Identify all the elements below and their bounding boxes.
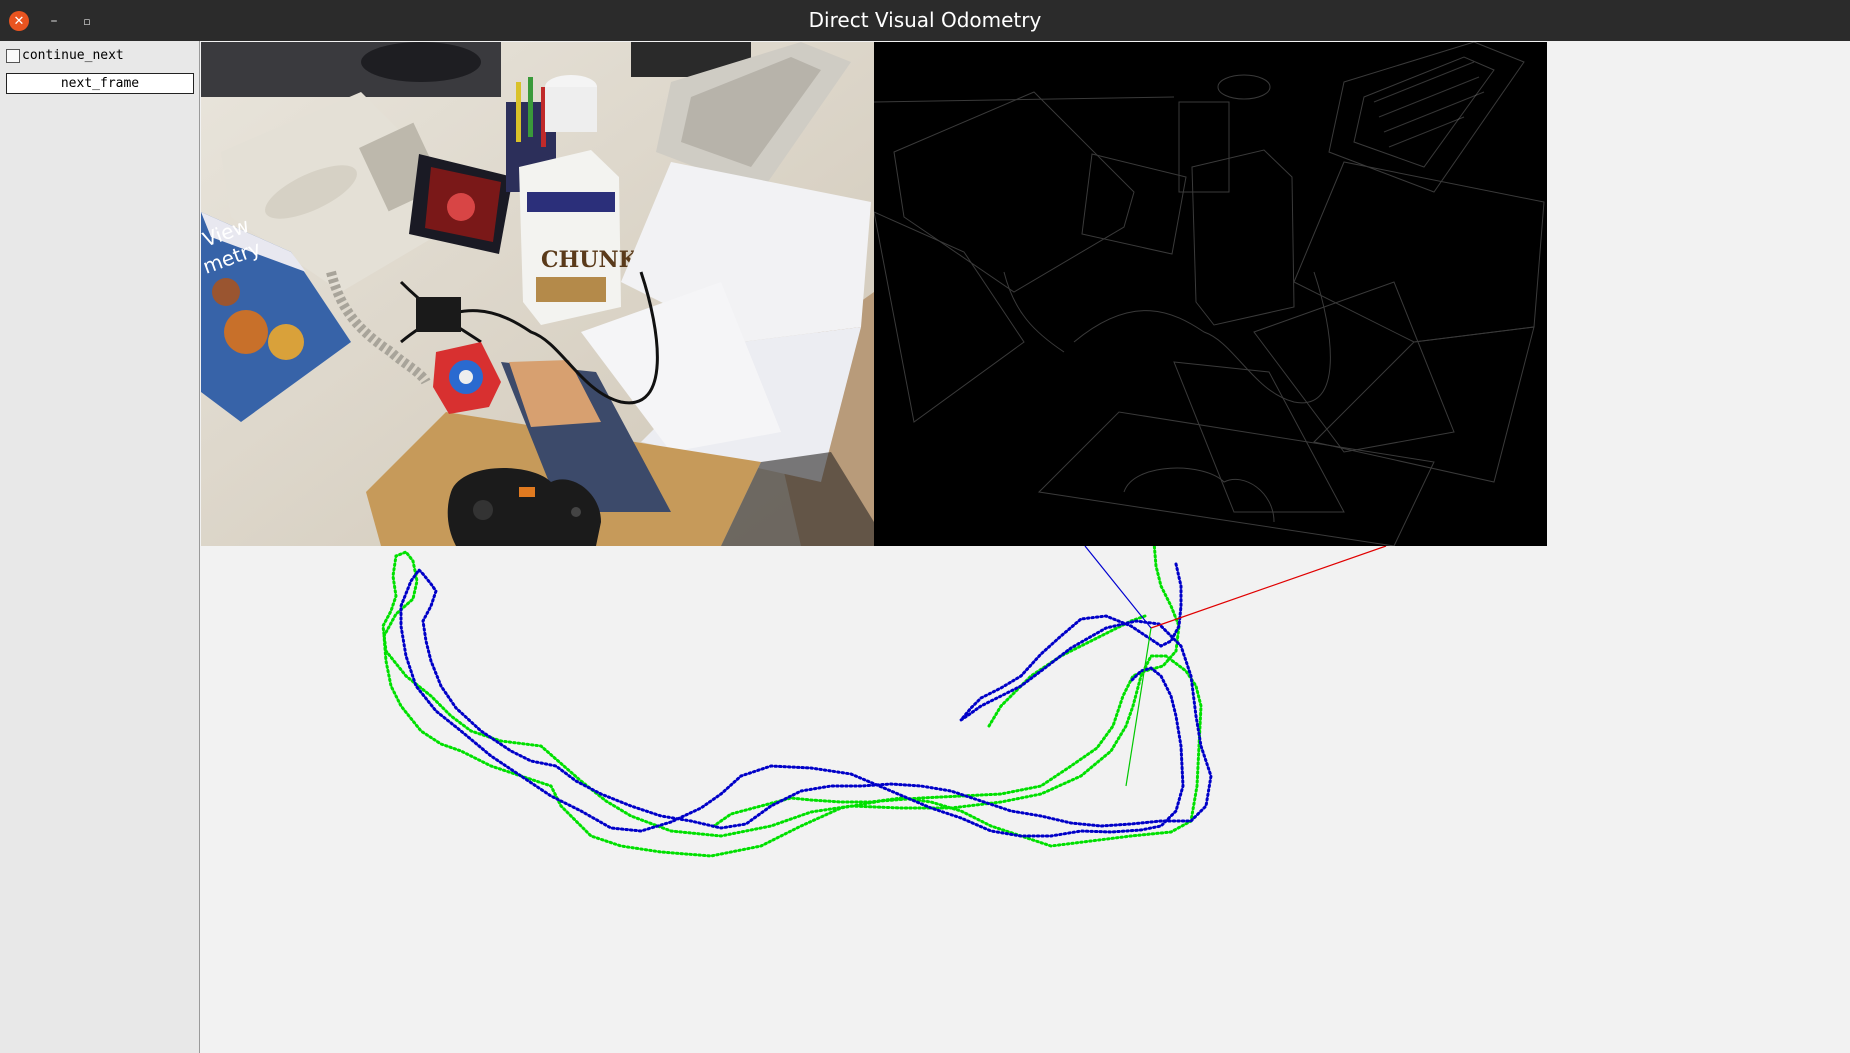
camera-axis-x [1150, 546, 1387, 629]
rgb-frame-view: View metry CHUNK [201, 42, 874, 546]
continue-next-toggle[interactable]: continue_next [6, 48, 124, 63]
ground-truth-trajectory [381, 546, 1203, 858]
window-title: Direct Visual Odometry [808, 8, 1042, 32]
continue-next-label: continue_next [22, 48, 124, 63]
camera-axis-z [1084, 546, 1152, 629]
title-bar: ✕ – ▫ Direct Visual Odometry [0, 0, 1850, 41]
gradient-frame-image [874, 42, 1547, 546]
estimated-trajectory [399, 562, 1213, 838]
trajectory-plot [381, 546, 1387, 858]
continue-next-checkbox[interactable] [6, 48, 20, 63]
gradient-frame-view [874, 42, 1547, 546]
camera-axis-y [1125, 627, 1152, 787]
trajectory-view[interactable] [201, 546, 1850, 1053]
rgb-frame-image: View metry CHUNK [201, 42, 874, 546]
next-frame-button[interactable]: next_frame [6, 73, 194, 94]
milk-carton-text: CHUNK [541, 247, 639, 273]
control-panel: continue_next next_frame [0, 41, 200, 1053]
